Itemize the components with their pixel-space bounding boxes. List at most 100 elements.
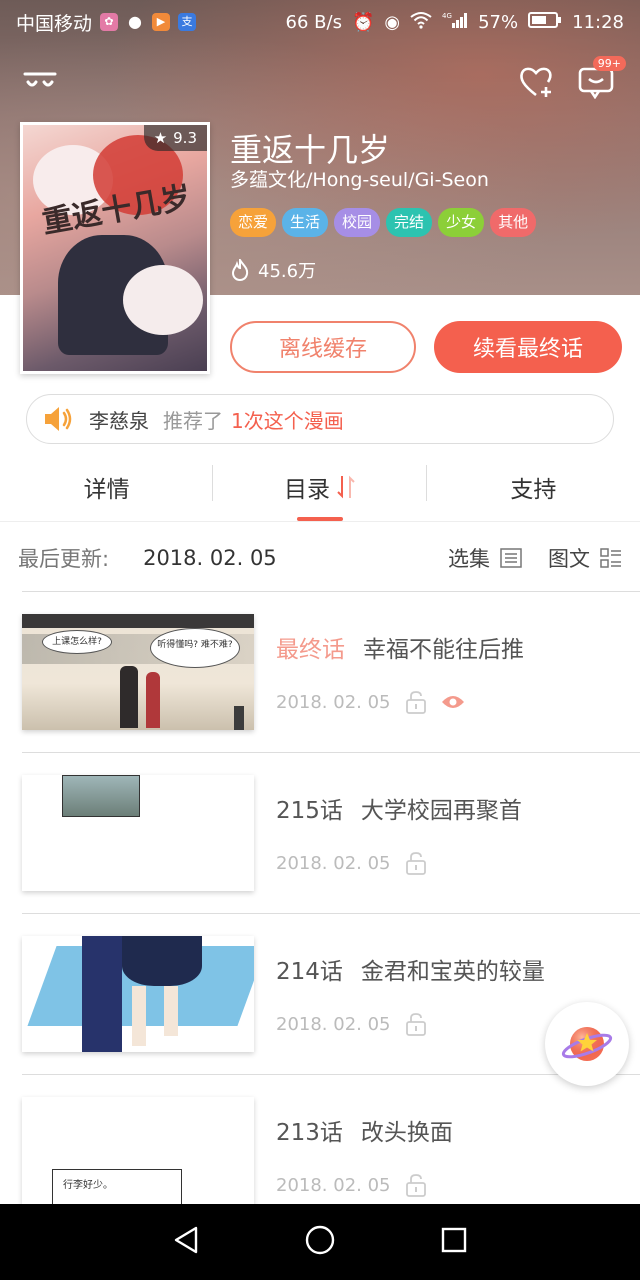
network-type: 4G xyxy=(442,12,452,20)
clock-time: 11:28 xyxy=(572,11,624,33)
circle-home-icon xyxy=(305,1225,335,1255)
episode-title: 214话 金君和宝英的较量 xyxy=(276,952,545,986)
fire-icon xyxy=(231,259,249,281)
speaker-icon xyxy=(45,407,72,431)
app-notification-icon: ✿ xyxy=(100,13,119,31)
unlock-icon xyxy=(405,691,426,714)
view-mode-label: 图文 xyxy=(548,547,590,571)
episode-date: 2018. 02. 05 xyxy=(276,1174,391,1196)
unlock-icon xyxy=(405,852,426,875)
grid-list-icon xyxy=(600,548,621,568)
episode-row[interactable]: 上课怎么样? 听得懂吗? 难不难? 最终话 幸福不能往后推 2018. 02. … xyxy=(0,592,640,752)
genre-tag[interactable]: 生活 xyxy=(282,208,329,237)
rating-badge: ★ 9.3 xyxy=(143,125,207,151)
comic-cover[interactable]: 重返十几岁 ★ 9.3 xyxy=(20,122,210,374)
continue-reading-button[interactable]: 续看最终话 xyxy=(434,321,622,373)
episode-number: 215话 xyxy=(276,798,343,824)
signal-icon: 4G xyxy=(442,11,468,34)
view-mode-button[interactable]: 图文 xyxy=(548,543,622,573)
star-icon: ★ xyxy=(153,129,168,147)
catalog-header: 最后更新: 2018. 02. 05 选集 图文 xyxy=(0,535,640,581)
episode-date: 2018. 02. 05 xyxy=(276,691,391,713)
episode-name: 改头换面 xyxy=(360,1120,453,1146)
tab-support[interactable]: 支持 xyxy=(427,455,640,519)
triangle-back-icon xyxy=(174,1226,198,1254)
recommendation-bar[interactable]: 李慈泉 推荐了 1次这个漫画 xyxy=(26,394,614,444)
episode-row[interactable]: 215话 大学校园再聚首 2018. 02. 05 xyxy=(0,753,640,913)
episode-meta: 2018. 02. 05 xyxy=(276,1012,427,1036)
offline-cache-button[interactable]: 离线缓存 xyxy=(230,321,416,373)
nav-home-button[interactable] xyxy=(304,1224,336,1260)
episode-date: 2018. 02. 05 xyxy=(276,1013,391,1035)
tab-catalog-label: 目录 xyxy=(283,477,330,503)
episode-number: 214话 xyxy=(276,959,343,985)
status-bar: 中国移动 ✿ ● ▶ 支 66 B/s ⏰ ◉ 4G 57% 11:28 xyxy=(0,0,640,44)
speech-bubble: 上课怎么样? xyxy=(42,630,112,654)
tab-details-label: 详情 xyxy=(83,477,130,503)
popularity-count: 45.6万 xyxy=(230,257,316,283)
message-count-badge: 99+ xyxy=(592,56,626,71)
network-speed: 66 B/s xyxy=(285,11,342,33)
episode-title: 最终话 幸福不能往后推 xyxy=(276,630,524,664)
alipay-icon: 支 xyxy=(178,13,197,31)
episode-thumbnail: 行李好少。 xyxy=(22,1097,254,1213)
recommend-count: 1次这个漫画 xyxy=(231,408,344,433)
tab-catalog[interactable]: 目录 xyxy=(213,455,426,519)
episode-number: 213话 xyxy=(276,1120,343,1146)
rating-value: 9.3 xyxy=(173,129,197,147)
episode-title: 215话 大学校园再聚首 xyxy=(276,791,522,825)
tab-details[interactable]: 详情 xyxy=(0,455,213,519)
episode-name: 大学校园再聚首 xyxy=(360,798,522,824)
speech-bubble: 听得懂吗? 难不难? xyxy=(150,628,240,668)
comic-authors: 多蕴文化/Hong-seul/Gi-Seon xyxy=(230,169,489,191)
battery-icon xyxy=(528,11,562,34)
episode-thumbnail xyxy=(22,775,254,891)
comments-button[interactable]: 99+ xyxy=(576,56,626,102)
genre-tag[interactable]: 其他 xyxy=(490,208,537,237)
heart-plus-icon xyxy=(520,67,552,97)
back-button[interactable] xyxy=(20,62,60,102)
nav-recents-button[interactable] xyxy=(440,1226,468,1258)
genre-tag[interactable]: 恋爱 xyxy=(230,208,277,237)
toolbar: 99+ xyxy=(0,56,640,102)
episode-thumbnail xyxy=(22,936,254,1052)
episode-name: 金君和宝英的较量 xyxy=(360,959,545,985)
episode-number: 最终话 xyxy=(276,637,345,663)
last-update-date: 2018. 02. 05 xyxy=(143,546,277,570)
system-nav-bar xyxy=(0,1204,640,1280)
episode-date: 2018. 02. 05 xyxy=(276,852,391,874)
select-episodes-label: 选集 xyxy=(448,547,490,571)
episode-row[interactable]: 214话 金君和宝英的较量 2018. 02. 05 xyxy=(0,914,640,1074)
episode-meta: 2018. 02. 05 xyxy=(276,690,465,714)
video-app-icon: ▶ xyxy=(152,13,171,31)
genre-tag[interactable]: 校园 xyxy=(334,208,381,237)
unlock-icon xyxy=(405,1013,426,1036)
eye-comfort-icon: ◉ xyxy=(384,11,401,33)
last-update-label: 最后更新: xyxy=(18,547,110,571)
wechat-icon: ● xyxy=(128,12,142,31)
select-episodes-button[interactable]: 选集 xyxy=(448,543,522,573)
episode-title: 213话 改头换面 xyxy=(276,1113,453,1147)
genre-tag[interactable]: 少女 xyxy=(438,208,485,237)
battery-percent: 57% xyxy=(478,11,519,33)
back-face-icon xyxy=(23,72,57,87)
episode-meta: 2018. 02. 05 xyxy=(276,851,427,875)
episode-name: 幸福不能往后推 xyxy=(363,637,524,663)
square-recents-icon xyxy=(441,1227,467,1253)
list-icon xyxy=(500,548,522,568)
recommend-verb: 推荐了 xyxy=(163,408,223,433)
floating-planet-button[interactable] xyxy=(545,1002,629,1086)
episode-thumbnail: 上课怎么样? 听得懂吗? 难不难? xyxy=(22,614,254,730)
unlock-icon xyxy=(405,1174,426,1197)
popularity-value: 45.6万 xyxy=(258,261,317,282)
favorite-add-button[interactable] xyxy=(518,62,558,102)
nav-back-button[interactable] xyxy=(172,1225,200,1259)
tab-support-label: 支持 xyxy=(510,477,557,503)
tag-list: 恋爱 生活 校园 完结 少女 其他 xyxy=(230,208,537,237)
planet-star-icon xyxy=(561,1027,613,1061)
viewed-eye-icon xyxy=(441,696,464,708)
carrier-label: 中国移动 xyxy=(16,12,93,35)
wifi-icon xyxy=(410,11,432,34)
recommender-name: 李慈泉 xyxy=(89,408,149,433)
genre-tag[interactable]: 完结 xyxy=(386,208,433,237)
